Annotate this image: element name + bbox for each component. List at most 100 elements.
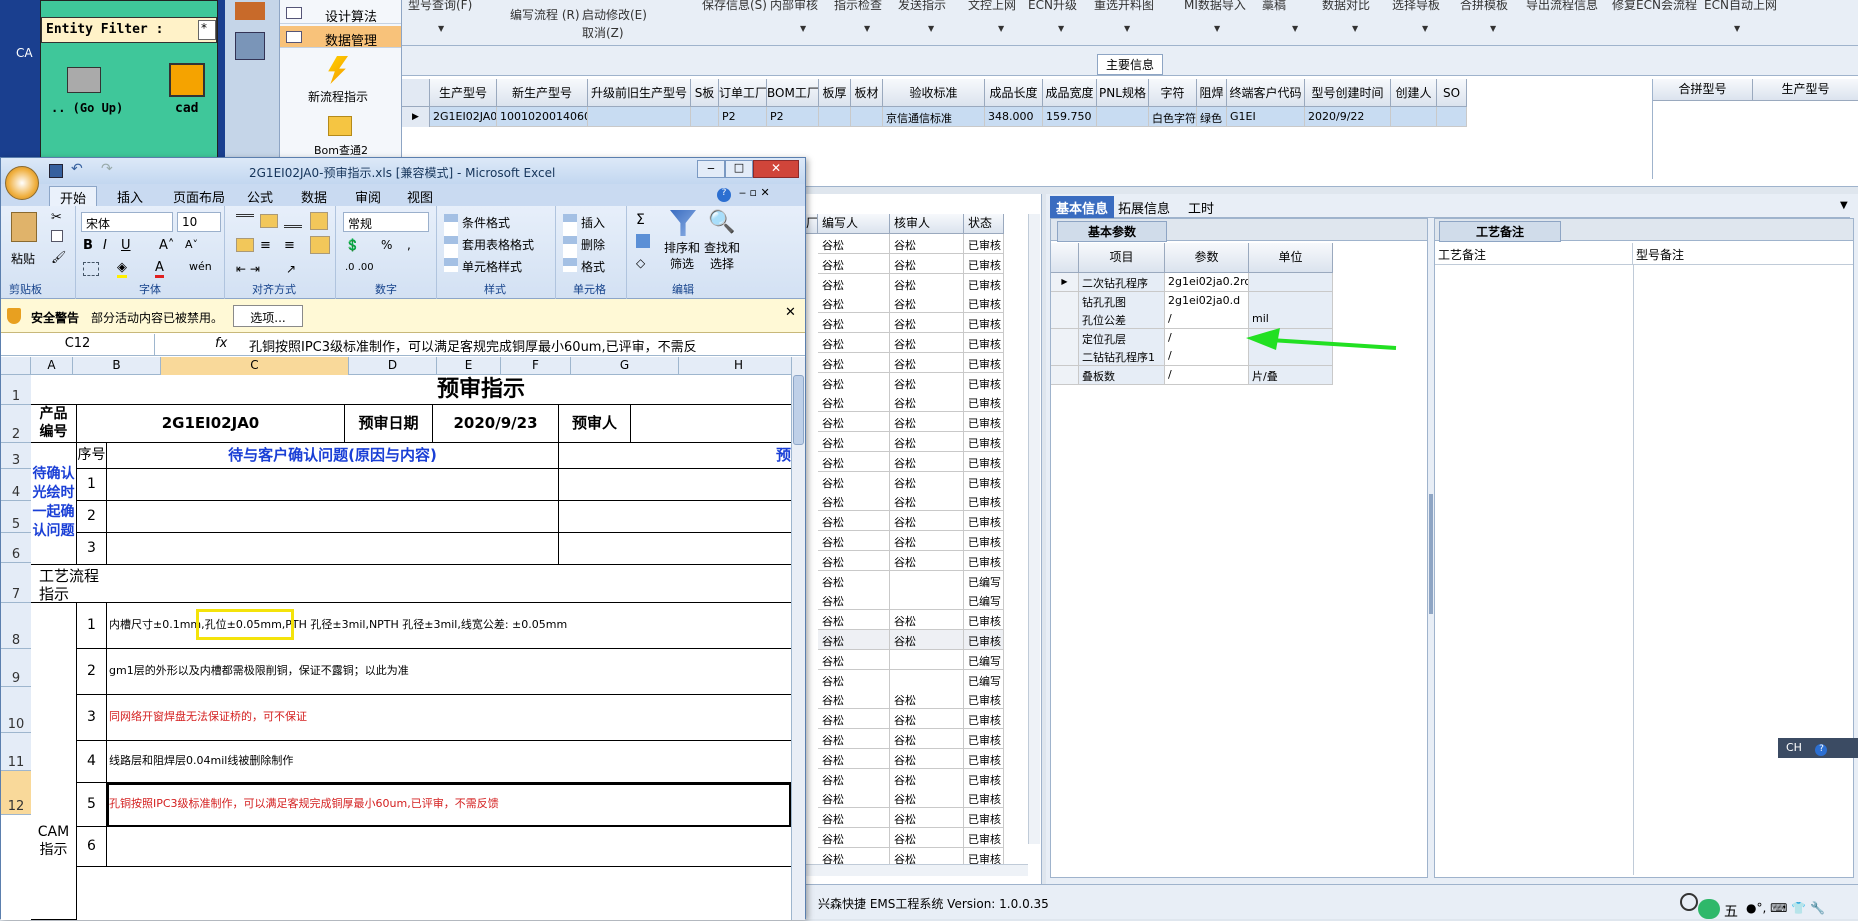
grid-cell[interactable]: 已编写 (964, 570, 1004, 591)
dropdown-arrow-icon[interactable]: ▼ (1352, 24, 1358, 33)
grid-cell[interactable]: 已审核 (964, 293, 1004, 314)
grid-cell[interactable]: 谷松 (890, 372, 964, 393)
toolbar-button[interactable]: MI数据导入 (1184, 0, 1246, 13)
grid-cell[interactable] (1097, 107, 1149, 127)
fill-icon[interactable] (636, 234, 650, 248)
grid-cell[interactable]: 谷松 (890, 352, 964, 373)
grid-cell[interactable]: 谷松 (818, 630, 890, 650)
dropdown-arrow-icon[interactable]: ▼ (928, 24, 934, 33)
save-icon[interactable] (49, 164, 63, 178)
orientation-icon[interactable]: ↗ (286, 262, 296, 276)
delete-cells-button[interactable]: 删除 (581, 236, 605, 253)
security-options-button[interactable]: 选项... (233, 305, 303, 327)
grid-cell[interactable]: 已审核 (964, 748, 1004, 769)
grid-cell[interactable]: 谷松 (818, 729, 890, 749)
dropdown-arrow-icon[interactable]: ▼ (998, 24, 1004, 33)
grid-cell[interactable]: 已审核 (964, 531, 1004, 551)
merge-center-icon[interactable] (310, 236, 330, 254)
toolbar-button[interactable]: 数据对比 (1322, 0, 1370, 13)
cut-icon[interactable]: ✂ (51, 210, 62, 225)
percent-icon[interactable]: % (381, 238, 392, 252)
grid-cell[interactable]: 谷松 (890, 273, 964, 294)
grid-cell[interactable]: 已编写 (964, 590, 1004, 611)
row-header[interactable]: 2 (1, 405, 31, 443)
grid-cell[interactable]: 2020/9/22 (1305, 107, 1391, 127)
grid-cell[interactable]: 谷松 (818, 689, 890, 710)
paste-button[interactable]: 粘贴 (11, 250, 35, 267)
toolbar-button[interactable]: 合拼模板 (1460, 0, 1508, 13)
cam-item-text[interactable]: 内槽尺寸±0.1mm,孔位±0.05mm,PTH 孔径±3mil,NPTH 孔径… (107, 603, 791, 649)
grid-cell[interactable]: 谷松 (818, 511, 890, 532)
currency-icon[interactable]: 💲 (345, 238, 360, 252)
confirm-content[interactable] (107, 501, 559, 533)
grid-cell[interactable]: 谷松 (818, 531, 890, 551)
grid-cell[interactable]: 谷松 (818, 293, 890, 314)
grid-cell[interactable] (1391, 107, 1437, 127)
grid-cell[interactable]: 谷松 (890, 451, 964, 472)
row-header[interactable]: 1 (1, 375, 31, 405)
toolbar-button[interactable]: 选择导板 (1392, 0, 1440, 13)
align-right-icon[interactable]: ≡ (284, 238, 295, 253)
grid-cell[interactable]: mil (1249, 310, 1333, 330)
align-top-icon[interactable] (236, 214, 254, 228)
dropdown-arrow-icon[interactable]: ▼ (1734, 24, 1740, 33)
column-header[interactable]: SO (1437, 79, 1467, 107)
format-painter-icon[interactable]: 🖌 (51, 250, 66, 264)
sort-filter-button[interactable]: 排序和 筛选 (664, 240, 700, 272)
nav-item-design-algo[interactable]: 设计算法 (280, 2, 401, 25)
row-header[interactable]: 7 (1, 563, 31, 603)
nav-item-data-manage[interactable]: 数据管理 (280, 26, 401, 49)
column-header[interactable]: 板厚 (819, 79, 851, 107)
grid-cell[interactable]: 谷松 (890, 333, 964, 353)
column-header[interactable]: 创建人 (1391, 79, 1437, 107)
grid-cell[interactable] (890, 590, 964, 611)
dropdown-arrow-icon[interactable]: ▼ (1292, 24, 1298, 33)
grid-cell[interactable]: 谷松 (818, 412, 890, 433)
grid-cell[interactable]: 已审核 (964, 352, 1004, 373)
cam-label[interactable]: CAM 指示 (31, 603, 77, 920)
grid-cell[interactable]: 已审核 (964, 234, 1004, 254)
grid-cell[interactable]: 谷松 (890, 729, 964, 749)
row-header[interactable]: 12 (1, 771, 31, 815)
grid-cell[interactable]: 2G1EI02JA0 (430, 107, 497, 127)
grid-cell[interactable]: 谷松 (818, 828, 890, 848)
tab-process-notes[interactable]: 工艺备注 (1439, 221, 1562, 242)
column-header[interactable]: 生产型号 (430, 79, 497, 107)
grid-cell[interactable]: 谷松 (818, 432, 890, 452)
grid-cell[interactable]: 谷松 (890, 788, 964, 809)
grid-cell[interactable]: 谷松 (890, 511, 964, 532)
find-select-button[interactable]: 查找和 选择 (704, 240, 740, 272)
ribbon-tab[interactable]: 数据 (291, 186, 337, 207)
row-header[interactable]: 3 (1, 443, 31, 469)
toolbar-button[interactable]: 编写流程 (R) (510, 6, 580, 23)
grid-cell[interactable]: 谷松 (890, 630, 964, 650)
grid-cell[interactable]: 已审核 (964, 808, 1004, 829)
confirm-right-content[interactable] (559, 469, 791, 501)
clear-icon[interactable]: ◇ (636, 256, 645, 270)
toolbar-button[interactable]: 指示检查 (834, 0, 882, 13)
grid-cell[interactable]: 叠板数 (1079, 366, 1165, 385)
column-header[interactable]: 字符 (1149, 79, 1197, 107)
grid-cell[interactable]: 谷松 (890, 610, 964, 631)
column-header[interactable]: 型号创建时间 (1305, 79, 1391, 107)
row-header[interactable]: 5 (1, 501, 31, 533)
grid-cell[interactable]: 谷松 (890, 392, 964, 413)
grid-cell[interactable]: 谷松 (890, 828, 964, 848)
grid-cell[interactable]: 已审核 (964, 333, 1004, 353)
grid-cell[interactable]: 已编写 (964, 669, 1004, 690)
confirm-right-content[interactable] (559, 533, 791, 565)
grid-cell[interactable]: 谷松 (890, 768, 964, 789)
close-button[interactable]: ✕ (753, 160, 799, 178)
entity-filter-input[interactable]: * (198, 20, 216, 40)
sum-icon[interactable]: Σ (636, 212, 645, 228)
product-number[interactable]: 2G1EI02JA0 (77, 405, 345, 443)
confirm-right-content[interactable] (559, 501, 791, 533)
grid-cell[interactable]: 谷松 (818, 610, 890, 631)
toolbar-button[interactable]: ECN升级 (1028, 0, 1077, 13)
review-date[interactable]: 2020/9/23 (433, 405, 559, 443)
confirm-header[interactable]: 待与客户确认问题(原因与内容) (107, 443, 559, 469)
grid-cell[interactable]: 钻孔孔图 (1079, 291, 1165, 311)
grid-cell[interactable] (588, 107, 691, 127)
grid-cell[interactable]: 谷松 (818, 253, 890, 274)
column-header[interactable]: 核审人 (890, 214, 964, 234)
